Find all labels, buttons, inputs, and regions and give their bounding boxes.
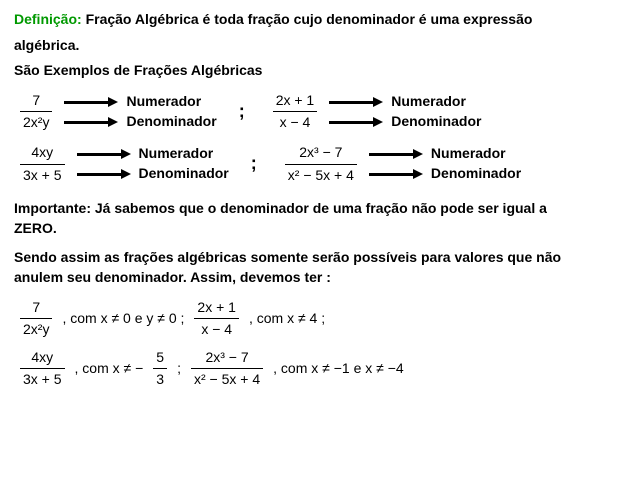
- fraction-2: 2x + 1 x − 4: [273, 91, 318, 133]
- numerator-label: Numerador: [126, 92, 201, 112]
- condition-line2: anulem seu denominador. Assim, devemos t…: [14, 269, 331, 285]
- fraction-1-denominator: 2x²y: [20, 113, 52, 133]
- condition-intro: Sendo assim as frações algébricas soment…: [14, 248, 627, 287]
- denominator-label: Denominador: [126, 112, 216, 132]
- cond-text-1: , com x ≠ 0 e y ≠ 0 ;: [62, 309, 184, 329]
- example-row-2: 4xy 3x + 5 Numerador Denominador ; 2x³ −…: [14, 143, 627, 185]
- cond-fraction-1: 7 2x²y: [20, 298, 52, 340]
- definition-line: Definição: Fração Algébrica é toda fraçã…: [14, 10, 627, 30]
- fraction-1: 7 2x²y: [20, 91, 52, 133]
- important-prefix: Importante:: [14, 200, 91, 216]
- numerator-label: Numerador: [391, 92, 466, 112]
- fraction-4: 2x³ − 7 x² − 5x + 4: [285, 143, 357, 185]
- denominator-label: Denominador: [391, 112, 481, 132]
- condition-row-2: 4xy 3x + 5 , com x ≠ − 5 3 ; 2x³ − 7 x² …: [14, 348, 627, 390]
- fraction-3: 4xy 3x + 5: [20, 143, 65, 185]
- arrow-icon: [369, 170, 423, 178]
- numerator-label: Numerador: [139, 144, 214, 164]
- examples-title: São Exemplos de Frações Algébricas: [14, 61, 627, 81]
- denominator-label: Denominador: [431, 164, 521, 184]
- cond-text-3a: , com x ≠ −: [75, 359, 144, 379]
- separator: ;: [251, 151, 257, 176]
- cond-fraction-4: 2x³ − 7 x² − 5x + 4: [191, 348, 263, 390]
- important-paragraph: Importante: Já sabemos que o denominador…: [14, 199, 627, 238]
- example-4: 2x³ − 7 x² − 5x + 4 Numerador Denominado…: [279, 143, 521, 185]
- fraction-3-numerator: 4xy: [28, 143, 56, 163]
- arrow-icon: [329, 98, 383, 106]
- fraction-2-denominator: x − 4: [277, 113, 314, 133]
- fraction-2-numerator: 2x + 1: [273, 91, 318, 111]
- cond-text-3b: ;: [177, 359, 181, 379]
- example-1: 7 2x²y Numerador Denominador: [14, 91, 217, 133]
- fraction-4-denominator: x² − 5x + 4: [285, 166, 357, 186]
- condition-row-1: 7 2x²y , com x ≠ 0 e y ≠ 0 ; 2x + 1 x − …: [14, 298, 627, 340]
- arrow-icon: [77, 170, 131, 178]
- cond-fraction-2: 2x + 1 x − 4: [194, 298, 239, 340]
- denominator-label: Denominador: [139, 164, 229, 184]
- arrow-icon: [329, 118, 383, 126]
- numerator-label: Numerador: [431, 144, 506, 164]
- important-line2: ZERO.: [14, 220, 57, 236]
- inline-fraction-5-3: 5 3: [153, 348, 167, 390]
- arrow-icon: [369, 150, 423, 158]
- fraction-1-numerator: 7: [29, 91, 43, 111]
- example-row-1: 7 2x²y Numerador Denominador ; 2x + 1 x …: [14, 91, 627, 133]
- arrow-icon: [64, 118, 118, 126]
- fraction-4-numerator: 2x³ − 7: [296, 143, 345, 163]
- definition-text-a: Fração Algébrica é toda fração cujo deno…: [86, 11, 533, 27]
- definition-label: Definição:: [14, 11, 82, 27]
- important-line1: Já sabemos que o denominador de uma fraç…: [95, 200, 547, 216]
- separator: ;: [239, 99, 245, 124]
- example-3: 4xy 3x + 5 Numerador Denominador: [14, 143, 229, 185]
- cond-text-2: , com x ≠ 4 ;: [249, 309, 325, 329]
- arrow-icon: [64, 98, 118, 106]
- fraction-3-denominator: 3x + 5: [20, 166, 65, 186]
- cond-fraction-3: 4xy 3x + 5: [20, 348, 65, 390]
- condition-line1: Sendo assim as frações algébricas soment…: [14, 249, 561, 265]
- cond-text-4: , com x ≠ −1 e x ≠ −4: [273, 359, 404, 379]
- definition-text-b: algébrica.: [14, 36, 627, 56]
- example-2: 2x + 1 x − 4 Numerador Denominador: [267, 91, 482, 133]
- arrow-icon: [77, 150, 131, 158]
- examples-block: 7 2x²y Numerador Denominador ; 2x + 1 x …: [14, 91, 627, 185]
